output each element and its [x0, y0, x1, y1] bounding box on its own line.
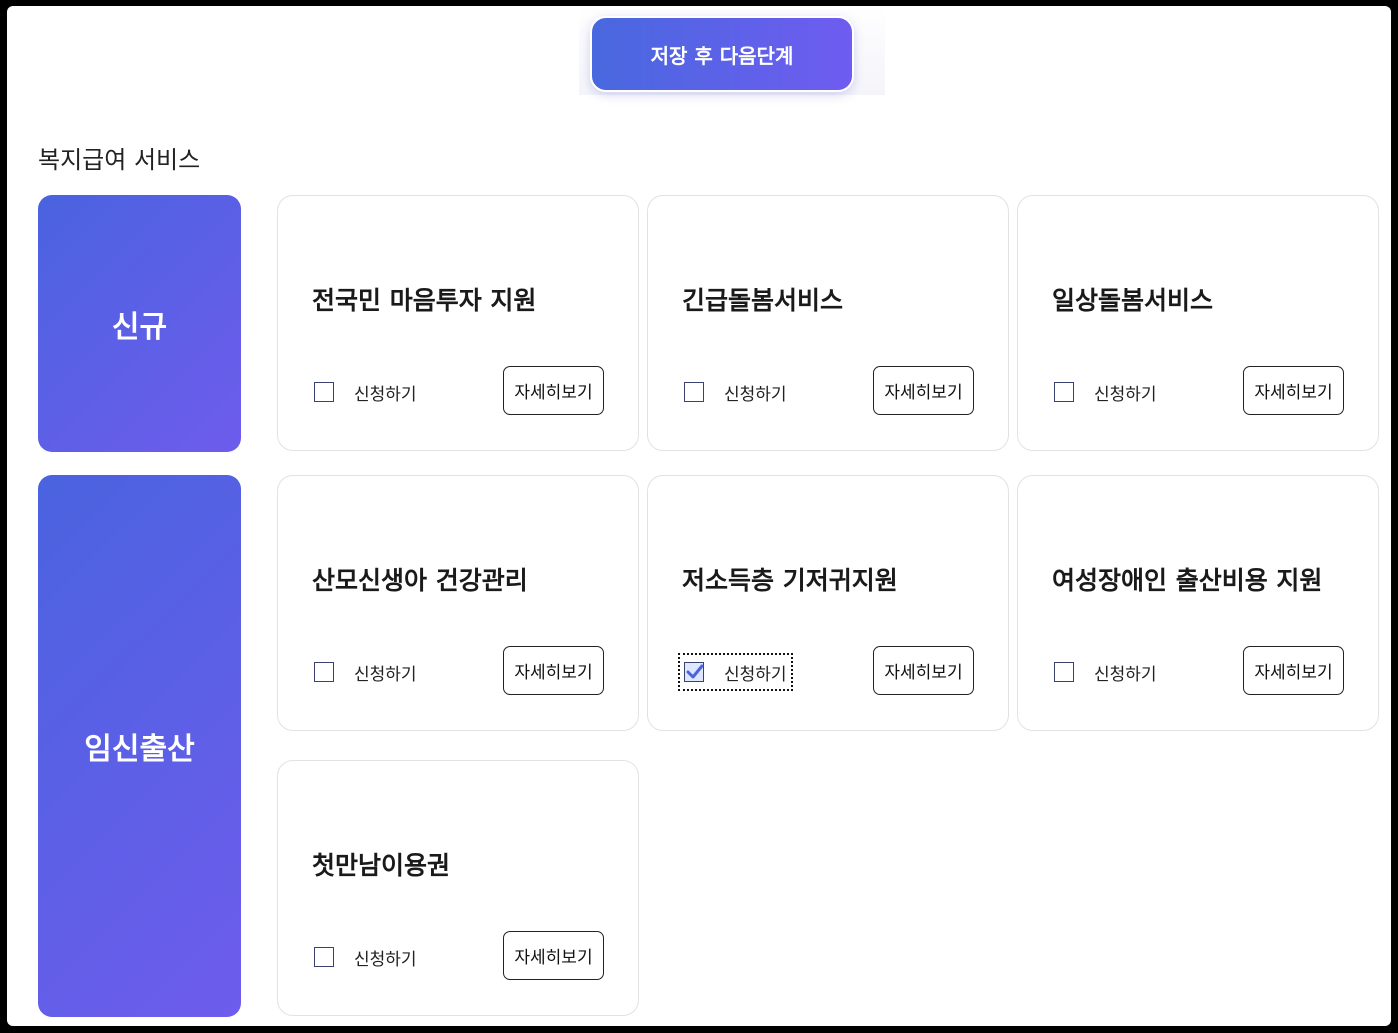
apply-checkbox[interactable]: 신청하기 — [1054, 379, 1157, 405]
apply-checkbox[interactable]: 신청하기 — [314, 944, 417, 970]
checkbox-box[interactable] — [1054, 382, 1074, 402]
apply-checkbox[interactable]: 신청하기 — [684, 379, 787, 405]
checkbox-box[interactable] — [314, 947, 334, 967]
apply-checkbox[interactable]: 신청하기 — [1054, 659, 1157, 685]
service-title: 전국민 마음투자 지원 — [312, 286, 537, 315]
detail-button[interactable]: 자세히보기 — [1243, 366, 1344, 415]
detail-button[interactable]: 자세히보기 — [503, 931, 604, 980]
service-card: 전국민 마음투자 지원 신청하기 자세히보기 — [277, 195, 639, 451]
service-card: 여성장애인 출산비용 지원 신청하기 자세히보기 — [1017, 475, 1379, 731]
apply-label: 신청하기 — [724, 384, 787, 405]
service-card: 첫만남이용권 신청하기 자세히보기 — [277, 760, 639, 1016]
checkbox-box[interactable] — [314, 662, 334, 682]
section-title: 복지급여 서비스 — [38, 146, 201, 174]
checkbox-box-checked[interactable] — [684, 662, 704, 682]
checkbox-box[interactable] — [314, 382, 334, 402]
service-card: 산모신생아 건강관리 신청하기 자세히보기 — [277, 475, 639, 731]
service-title: 여성장애인 출산비용 지원 — [1052, 566, 1323, 595]
detail-button[interactable]: 자세히보기 — [873, 366, 974, 415]
apply-checkbox[interactable]: 신청하기 — [314, 379, 417, 405]
apply-label: 신청하기 — [354, 384, 417, 405]
service-title: 첫만남이용권 — [312, 851, 451, 880]
apply-label: 신청하기 — [724, 664, 787, 685]
service-title: 일상돌봄서비스 — [1052, 286, 1214, 315]
checkbox-box[interactable] — [684, 382, 704, 402]
check-icon — [686, 664, 704, 679]
service-card: 긴급돌봄서비스 신청하기 자세히보기 — [647, 195, 1009, 451]
service-title: 산모신생아 건강관리 — [312, 566, 528, 595]
apply-label: 신청하기 — [1094, 664, 1157, 685]
service-title: 저소득층 기저귀지원 — [682, 566, 898, 595]
detail-button[interactable]: 자세히보기 — [503, 366, 604, 415]
detail-button[interactable]: 자세히보기 — [873, 646, 974, 695]
service-card: 일상돌봄서비스 신청하기 자세히보기 — [1017, 195, 1379, 451]
service-title: 긴급돌봄서비스 — [682, 286, 844, 315]
save-and-next-button[interactable]: 저장 후 다음단계 — [590, 16, 854, 92]
apply-label: 신청하기 — [354, 664, 417, 685]
page-frame: 저장 후 다음단계 복지급여 서비스 신규 임신출산 전국민 마음투자 지원 신… — [7, 6, 1391, 1026]
apply-label: 신청하기 — [354, 949, 417, 970]
apply-label: 신청하기 — [1094, 384, 1157, 405]
service-card: 저소득층 기저귀지원 신청하기 자세히보기 — [647, 475, 1009, 731]
category-new: 신규 — [38, 195, 241, 452]
checkbox-box[interactable] — [1054, 662, 1074, 682]
apply-checkbox[interactable]: 신청하기 — [314, 659, 417, 685]
apply-checkbox[interactable]: 신청하기 — [678, 653, 793, 691]
detail-button[interactable]: 자세히보기 — [503, 646, 604, 695]
category-pregnancy-birth: 임신출산 — [38, 475, 241, 1017]
detail-button[interactable]: 자세히보기 — [1243, 646, 1344, 695]
